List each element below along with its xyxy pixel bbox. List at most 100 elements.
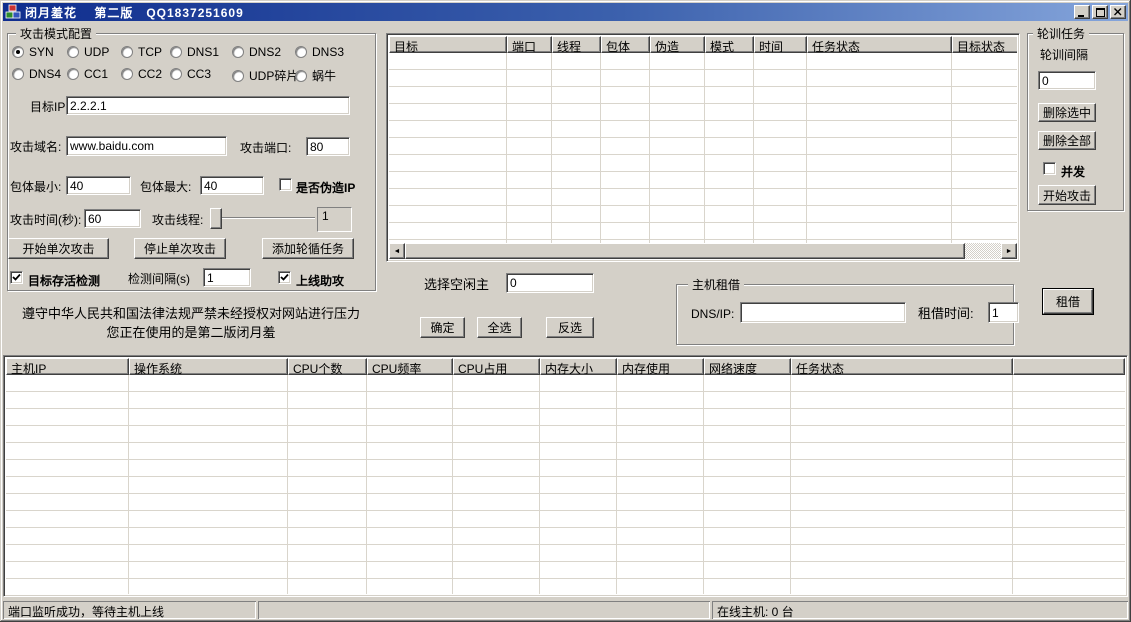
column-header-操作系统[interactable]: 操作系统 (129, 358, 288, 375)
threads-value-box: 1 (317, 207, 352, 232)
threads-label: 攻击线程: (152, 213, 203, 227)
mode-radio-label: UDP碎片 (249, 67, 298, 84)
mode-radio-SYN[interactable]: SYN (12, 45, 54, 59)
column-header-任务状态[interactable]: 任务状态 (791, 358, 1013, 375)
poll-task-group-title: 轮训任务 (1033, 27, 1089, 41)
domain-input[interactable] (66, 136, 227, 156)
mode-radio-UDP碎片[interactable]: UDP碎片 (232, 67, 298, 84)
rent-button[interactable]: 租借 (1043, 289, 1093, 314)
grid-line (806, 53, 807, 243)
scroll-right-button[interactable]: ► (1001, 243, 1017, 259)
column-header-目标[interactable]: 目标 (389, 36, 507, 53)
interval-input[interactable] (203, 268, 251, 287)
assist-checkbox[interactable] (278, 271, 291, 284)
radio-icon (232, 70, 244, 82)
radio-icon (12, 68, 24, 80)
select-all-button[interactable]: 全选 (477, 317, 522, 338)
stop-single-attack-button[interactable]: 停止单次攻击 (134, 238, 226, 259)
column-header-内存大小[interactable]: 内存大小 (540, 358, 617, 375)
port-input[interactable] (306, 137, 350, 156)
task-table-header: 目标端口线程包体伪造模式时间任务状态目标状态 (389, 36, 1017, 53)
delete-all-button[interactable]: 删除全部 (1038, 131, 1096, 150)
dns-ip-input[interactable] (740, 302, 906, 323)
confirm-button[interactable]: 确定 (420, 317, 465, 338)
mode-radio-蜗牛[interactable]: 蜗牛 (295, 67, 336, 84)
host-table-header: 主机IP操作系统CPU个数CPU频率CPU占用内存大小内存使用网络速度任务状态 (6, 358, 1125, 375)
task-table-body[interactable] (389, 53, 1017, 243)
column-header-包体[interactable]: 包体 (601, 36, 650, 53)
column-header-主机IP[interactable]: 主机IP (6, 358, 129, 375)
column-header-任务状态[interactable]: 任务状态 (807, 36, 952, 53)
scroll-thumb[interactable] (405, 243, 965, 259)
mode-radio-label: UDP (84, 45, 109, 59)
column-header-CPU占用[interactable]: CPU占用 (453, 358, 540, 375)
mode-radio-label: DNS3 (312, 45, 344, 59)
app-window: 闭月羞花 第二版 QQ1837251609 攻击模式配置 SYN UDP TCP DN… (0, 0, 1131, 622)
delete-selected-button[interactable]: 删除选中 (1038, 103, 1096, 122)
column-header-filler (1013, 358, 1125, 375)
mode-radio-DNS4[interactable]: DNS4 (12, 67, 61, 81)
host-table-body[interactable] (6, 375, 1125, 594)
mode-radio-UDP[interactable]: UDP (67, 45, 109, 59)
radio-icon (295, 46, 307, 58)
scroll-left-button[interactable]: ◄ (389, 243, 405, 259)
warning-line-2: 您正在使用的是第二版闭月羞 (8, 322, 374, 341)
target-ip-input[interactable] (66, 96, 350, 115)
alive-check-checkbox[interactable] (10, 271, 23, 284)
idle-host-input[interactable] (506, 273, 594, 293)
concurrent-checkbox[interactable] (1043, 162, 1056, 175)
column-header-网络速度[interactable]: 网络速度 (704, 358, 791, 375)
invert-select-button[interactable]: 反选 (546, 317, 594, 338)
pkt-min-input[interactable] (66, 176, 131, 195)
titlebar[interactable]: 闭月羞花 第二版 QQ1837251609 (3, 3, 1128, 21)
close-icon (1114, 8, 1122, 16)
mode-radio-DNS1[interactable]: DNS1 (170, 45, 219, 59)
minimize-button[interactable] (1074, 5, 1090, 19)
mode-radio-DNS2[interactable]: DNS2 (232, 45, 281, 59)
start-single-attack-button[interactable]: 开始单次攻击 (8, 238, 109, 259)
column-header-CPU个数[interactable]: CPU个数 (288, 358, 367, 375)
pkt-max-label: 包体最大: (140, 180, 191, 194)
mode-radio-label: 蜗牛 (312, 67, 336, 84)
grid-line (753, 53, 754, 243)
column-header-CPU频率[interactable]: CPU频率 (367, 358, 453, 375)
close-button[interactable] (1110, 5, 1126, 19)
attack-config-group-title: 攻击模式配置 (16, 27, 96, 41)
column-header-时间[interactable]: 时间 (754, 36, 807, 53)
mode-radio-TCP[interactable]: TCP (121, 45, 162, 59)
grid-line (551, 53, 552, 243)
grid-line (600, 53, 601, 243)
add-poll-task-button[interactable]: 添加轮循任务 (262, 238, 354, 259)
mode-radio-CC2[interactable]: CC2 (121, 67, 162, 81)
maximize-icon (1096, 8, 1105, 17)
radio-icon (295, 70, 307, 82)
poll-interval-input[interactable] (1038, 71, 1096, 90)
grid-line (790, 375, 791, 594)
mode-radio-label: SYN (29, 45, 54, 59)
column-header-伪造[interactable]: 伪造 (650, 36, 705, 53)
fake-ip-label: 是否伪造IP (296, 179, 355, 196)
mode-radio-CC3[interactable]: CC3 (170, 67, 211, 81)
column-header-线程[interactable]: 线程 (552, 36, 601, 53)
start-attack-button[interactable]: 开始攻击 (1038, 185, 1096, 205)
column-header-目标状态[interactable]: 目标状态 (952, 36, 1017, 53)
port-label: 攻击端口: (240, 141, 291, 155)
column-header-内存使用[interactable]: 内存使用 (617, 358, 704, 375)
scroll-track[interactable] (965, 243, 1001, 259)
column-header-模式[interactable]: 模式 (705, 36, 754, 53)
mode-radio-DNS3[interactable]: DNS3 (295, 45, 344, 59)
slider-handle[interactable] (210, 208, 222, 229)
attack-time-label: 攻击时间(秒): (10, 213, 81, 227)
attack-time-input[interactable] (84, 209, 141, 228)
rent-time-input[interactable] (988, 302, 1019, 323)
mode-radio-label: DNS4 (29, 67, 61, 81)
minimize-icon (1078, 8, 1086, 17)
pkt-max-input[interactable] (200, 176, 264, 195)
mode-radio-CC1[interactable]: CC1 (67, 67, 108, 81)
task-table-hscrollbar[interactable]: ◄ ► (389, 243, 1017, 259)
app-icon (5, 4, 21, 20)
maximize-button[interactable] (1092, 5, 1108, 19)
column-header-端口[interactable]: 端口 (507, 36, 552, 53)
grid-line (366, 375, 367, 594)
fake-ip-checkbox[interactable] (279, 178, 292, 191)
